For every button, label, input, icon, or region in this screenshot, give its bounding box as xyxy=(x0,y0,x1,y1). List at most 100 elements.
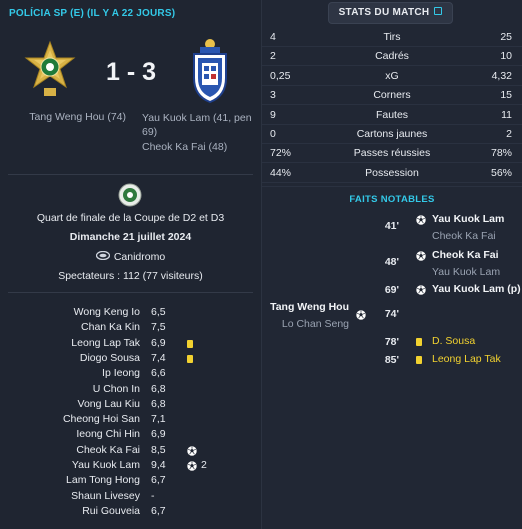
stat-row: 44% Possession 56% xyxy=(262,164,522,183)
stat-row: 72% Passes réussies 78% xyxy=(262,144,522,164)
player-rating: 7,5 xyxy=(151,321,166,334)
player-row: Yau Kuok Lam 9,4 2 xyxy=(0,459,261,474)
player-name[interactable]: Vong Lau Kiu xyxy=(78,398,140,410)
event-minute: 74' xyxy=(384,308,399,320)
player-row: Chan Ka Kin 7,5 xyxy=(0,321,261,336)
event-assist[interactable]: Yau Kuok Lam xyxy=(432,266,500,278)
goal-count: 2 xyxy=(201,459,207,471)
player-rating: 6,8 xyxy=(151,397,166,410)
event-player[interactable]: Cheok Ka Fai xyxy=(432,249,499,261)
away-scorer[interactable]: Cheok Ka Fai (48) xyxy=(142,140,257,154)
player-name[interactable]: U Chon In xyxy=(93,383,140,395)
player-name[interactable]: Wong Keng Io xyxy=(74,306,140,318)
event-player[interactable]: Yau Kuok Lam (p) xyxy=(432,283,521,295)
player-name[interactable]: Lam Tong Hong xyxy=(66,474,140,486)
external-link-icon xyxy=(434,7,443,16)
stat-label: Tirs xyxy=(383,31,401,43)
player-row: Leong Lap Tak 6,9 xyxy=(0,337,261,352)
match-stats-button-label: STATS DU MATCH xyxy=(338,7,430,18)
event-player[interactable]: D. Sousa xyxy=(432,335,475,347)
player-rating: 6,5 xyxy=(151,306,166,318)
player-name[interactable]: Ieong Chi Hin xyxy=(76,428,140,440)
player-row: Vong Lau Kiu 6,8 xyxy=(0,398,261,413)
event-minute: 48' xyxy=(384,256,399,268)
player-row: Ip Ieong 6,6 xyxy=(0,367,261,382)
stat-label: Corners xyxy=(373,89,411,102)
away-scorer[interactable]: Yau Kuok Lam (41, pen xyxy=(142,111,257,125)
event-minute: 78' xyxy=(384,336,399,348)
player-rating: 6,7 xyxy=(151,474,166,487)
stat-label: Passes réussies xyxy=(353,147,431,160)
event-player[interactable]: Yau Kuok Lam xyxy=(432,213,504,225)
player-name[interactable]: Rui Gouveia xyxy=(82,505,140,517)
stat-label: Cartons jaunes xyxy=(356,128,428,140)
player-name[interactable]: Cheok Ka Fai xyxy=(76,444,140,456)
player-rating: 6,8 xyxy=(151,382,166,395)
player-rating: 6,9 xyxy=(151,336,166,349)
player-row: U Chon In 6,8 xyxy=(0,383,261,398)
yellow-card-icon xyxy=(187,354,193,366)
separator xyxy=(8,292,253,293)
separator xyxy=(8,174,253,175)
event-player[interactable]: Tang Weng Hou xyxy=(270,301,349,313)
goal-ball-icon xyxy=(416,285,426,298)
player-name[interactable]: Yau Kuok Lam xyxy=(72,459,140,471)
competition-name[interactable]: Quart de finale de la Coupe de D2 et D3 xyxy=(0,212,261,224)
player-name[interactable]: Leong Lap Tak xyxy=(71,337,140,349)
stat-label: Fautes xyxy=(375,108,409,121)
player-row: Ieong Chi Hin 6,9 xyxy=(0,428,261,443)
event-minute: 69' xyxy=(384,284,399,296)
player-rating: 8,5 xyxy=(151,443,166,456)
goal-ball-icon xyxy=(356,310,366,323)
home-scorer[interactable]: Tang Weng Hou (74) xyxy=(0,111,126,123)
player-name[interactable]: Ip Ieong xyxy=(102,367,140,379)
home-scorers: Tang Weng Hou (74) xyxy=(0,111,126,123)
player-row: Rui Gouveia 6,7 xyxy=(0,505,261,520)
home-team-crest[interactable] xyxy=(22,40,78,100)
competition-logo[interactable] xyxy=(118,183,142,207)
player-name[interactable]: Diogo Sousa xyxy=(80,352,140,364)
event-minute: 85' xyxy=(384,354,399,366)
player-rating: 7,1 xyxy=(151,413,166,426)
player-name[interactable]: Cheong Hoi San xyxy=(63,413,140,425)
player-rating: 6,6 xyxy=(151,367,166,380)
away-stat-value: 4,32 xyxy=(491,69,512,82)
yellow-card-icon xyxy=(187,339,193,351)
stat-label: xG xyxy=(385,69,399,82)
goal-ball-icon xyxy=(416,215,426,228)
player-row: Shaun Livesey - xyxy=(0,490,261,505)
stat-row: 4 Tirs 25 xyxy=(262,28,522,47)
goal-ball-icon xyxy=(416,251,426,264)
away-stat-value: 25 xyxy=(500,31,512,43)
stat-row: 0,25 xG 4,32 xyxy=(262,67,522,86)
player-rating: 7,4 xyxy=(151,351,166,364)
away-stat-value: 2 xyxy=(506,128,512,140)
player-name[interactable]: Shaun Livesey xyxy=(71,490,140,502)
player-row: Wong Keng Io 6,5 xyxy=(0,306,261,321)
stat-row: 0 Cartons jaunes 2 xyxy=(262,125,522,144)
away-stat-value: 78% xyxy=(490,147,512,160)
stadium-line: Canidromo xyxy=(0,251,261,263)
yellow-card-icon xyxy=(416,355,422,367)
player-row: Diogo Sousa 7,4 xyxy=(0,352,261,367)
attendance: Spectateurs : 112 (77 visiteurs) xyxy=(58,270,203,282)
match-title[interactable]: POLÍCIA SP (E) (IL Y A 22 JOURS) xyxy=(9,8,175,19)
stadium-name[interactable]: Canidromo xyxy=(114,251,165,263)
yellow-card-icon xyxy=(416,337,422,349)
away-scorer-continued: 69) xyxy=(142,126,158,138)
player-rating: 6,7 xyxy=(151,504,166,517)
separator xyxy=(262,186,522,187)
match-score: 1 - 3 xyxy=(105,58,157,86)
match-stats-button[interactable]: STATS DU MATCH xyxy=(328,2,453,24)
event-assist[interactable]: Cheok Ka Fai xyxy=(432,230,496,242)
goal-ball-icon xyxy=(187,461,197,474)
away-team-crest[interactable] xyxy=(186,38,234,104)
stat-label: Cadrés xyxy=(375,50,409,63)
away-scorers: Yau Kuok Lam (41, pen 69) Cheok Ka Fai (… xyxy=(142,111,257,155)
event-player[interactable]: Leong Lap Tak xyxy=(432,353,501,365)
stat-row: 9 Fautes 11 xyxy=(262,106,522,125)
stadium-icon xyxy=(95,251,110,263)
player-name[interactable]: Chan Ka Kin xyxy=(81,321,140,333)
event-assist[interactable]: Lo Chan Seng xyxy=(282,318,349,330)
away-stat-value: 56% xyxy=(490,166,512,179)
